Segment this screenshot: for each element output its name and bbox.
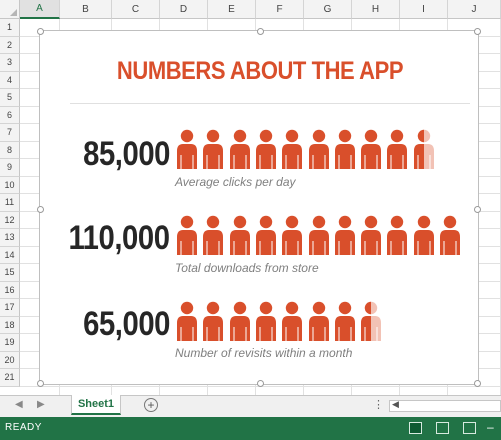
sheet-tab-bar: ◀ ▶ Sheet1 + ⋮ ◀ [0,395,501,417]
resize-handle-top[interactable] [257,28,264,35]
row-header[interactable]: 20 [0,351,20,369]
partial-person-icon [412,129,436,169]
person-icon [438,215,462,255]
scroll-tabs-right-icon[interactable]: ▶ [37,399,45,410]
scroll-left-icon[interactable]: ◀ [392,399,399,410]
person-icon [385,215,409,255]
resize-handle-top-right[interactable] [474,28,481,35]
person-icon [359,215,383,255]
person-icon [280,301,304,341]
person-icon [254,215,278,255]
page-break-preview-icon[interactable] [463,422,476,434]
person-icon [307,301,331,341]
row-header[interactable]: 4 [0,71,20,89]
select-all-corner[interactable] [0,0,20,19]
person-icon [228,215,252,255]
row-header[interactable]: 18 [0,316,20,334]
person-icon [412,215,436,255]
spreadsheet-grid[interactable]: ABCDEFGHIJ 1 2 3 4 5 6 7 8 9 10 11 12 13 14 15 16 17 18 19… [0,0,501,395]
resize-handle-bottom-left[interactable] [37,380,44,387]
person-icon [175,129,199,169]
person-icon [175,215,199,255]
column-header[interactable]: B [60,0,112,19]
column-header[interactable]: E [208,0,256,19]
row-header[interactable]: 11 [0,194,20,212]
row-header[interactable]: 12 [0,211,20,229]
person-icon [333,301,357,341]
person-icon [201,215,225,255]
normal-view-icon[interactable] [409,422,422,434]
column-header[interactable]: J [448,0,501,19]
infographic-chart[interactable]: NUMBERS ABOUT THE APP 85,000 Average cli… [37,28,481,387]
vertical-ellipsis-icon[interactable]: ⋮ [373,398,384,411]
row-header[interactable]: 13 [0,229,20,247]
column-header[interactable]: C [112,0,160,19]
row-header[interactable]: 21 [0,369,20,387]
resize-handle-left[interactable] [37,206,44,213]
row-header[interactable]: 5 [0,89,20,107]
title-divider [70,103,470,104]
plus-circle-icon[interactable]: + [144,398,158,412]
infographic-title: NUMBERS ABOUT THE APP [116,57,404,85]
stat-value: 85,000 [83,135,170,173]
status-text: READY [5,422,42,433]
row-header[interactable]: 1 [0,19,20,37]
row-header[interactable]: 10 [0,176,20,194]
zoom-out-icon[interactable]: – [487,420,494,434]
column-header[interactable]: D [160,0,208,19]
person-icon [175,301,199,341]
row-header[interactable]: 14 [0,246,20,264]
row-header[interactable]: 2 [0,36,20,54]
column-header[interactable]: G [304,0,352,19]
stat-caption: Number of revisits within a month [175,346,353,360]
resize-handle-top-left[interactable] [37,28,44,35]
row-header[interactable]: 17 [0,299,20,317]
person-icon [280,215,304,255]
column-header[interactable]: A [20,0,60,19]
person-icon [254,129,278,169]
resize-handle-right[interactable] [474,206,481,213]
person-icon [201,129,225,169]
resize-handle-bottom[interactable] [257,380,264,387]
stat-value: 65,000 [83,305,170,343]
row-header[interactable]: 9 [0,159,20,177]
horizontal-scrollbar[interactable]: ◀ [389,399,501,412]
row-header[interactable]: 16 [0,281,20,299]
stat-value: 110,000 [68,219,171,257]
person-icon [228,301,252,341]
person-icon [280,129,304,169]
person-icon [228,129,252,169]
person-icon [385,129,409,169]
resize-handle-bottom-right[interactable] [474,380,481,387]
person-icon [307,129,331,169]
person-icon [201,301,225,341]
page-layout-icon[interactable] [436,422,449,434]
row-header[interactable]: 8 [0,141,20,159]
person-icon [254,301,278,341]
person-icon [359,129,383,169]
stat-caption: Average clicks per day [175,175,296,189]
column-header[interactable]: H [352,0,400,19]
row-header[interactable]: 15 [0,264,20,282]
column-header[interactable]: F [256,0,304,19]
row-header[interactable]: 6 [0,106,20,124]
sheet-tab[interactable]: Sheet1 [71,395,121,415]
stat-caption: Total downloads from store [175,261,319,275]
scroll-tabs-left-icon[interactable]: ◀ [15,399,23,410]
row-header[interactable]: 19 [0,334,20,352]
partial-person-icon [359,301,383,341]
person-icon [307,215,331,255]
column-header[interactable]: I [400,0,448,19]
person-icon [333,215,357,255]
row-header[interactable]: 7 [0,124,20,142]
row-header[interactable]: 3 [0,54,20,72]
person-icon [333,129,357,169]
status-bar: READY – [0,417,501,440]
